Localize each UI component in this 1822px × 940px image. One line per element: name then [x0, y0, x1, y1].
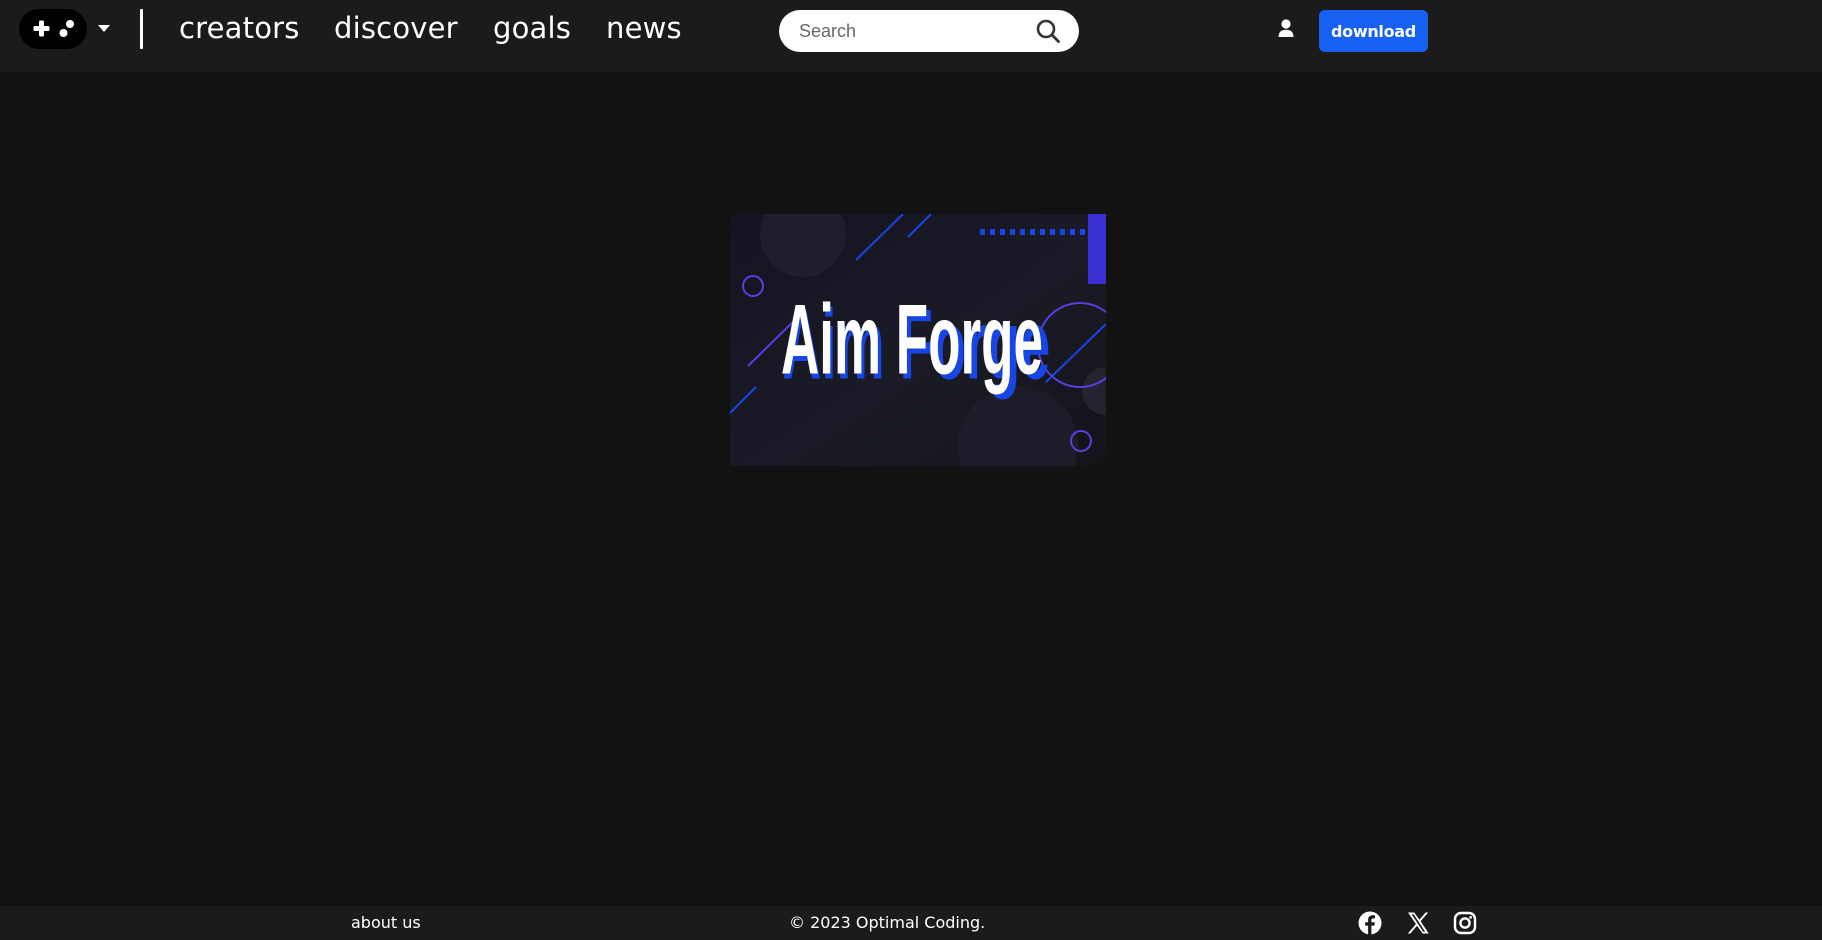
- nav-link-discover[interactable]: discover: [334, 8, 458, 48]
- about-us-link[interactable]: about us: [351, 913, 421, 933]
- nav-link-news[interactable]: news: [606, 8, 682, 48]
- instagram-icon[interactable]: [1453, 911, 1477, 935]
- aim-forge-banner: Aim Forge Aim Forge: [730, 214, 1106, 466]
- nav-link-creators[interactable]: creators: [179, 8, 300, 48]
- top-navigation-bar: creators discover goals news download: [0, 0, 1822, 72]
- hero-banner-image: Aim Forge Aim Forge: [730, 214, 1106, 466]
- nav-divider: [140, 9, 143, 49]
- search-bar: [779, 10, 1079, 52]
- banner-title: Aim Forge: [781, 283, 1043, 395]
- user-icon[interactable]: [1276, 18, 1296, 40]
- download-button[interactable]: download: [1319, 10, 1428, 52]
- facebook-icon[interactable]: [1358, 911, 1382, 935]
- copyright-text: © 2023 Optimal Coding.: [789, 913, 986, 932]
- search-input[interactable]: [799, 10, 1019, 52]
- logo-gamepad-button[interactable]: [19, 9, 87, 49]
- footer-bar: about us © 2023 Optimal Coding.: [0, 906, 1822, 940]
- nav-link-goals[interactable]: goals: [493, 8, 571, 48]
- caret-down-icon[interactable]: [96, 20, 112, 36]
- gamepad-icon: [33, 20, 74, 37]
- search-icon[interactable]: [1035, 18, 1061, 44]
- x-icon[interactable]: [1406, 911, 1430, 935]
